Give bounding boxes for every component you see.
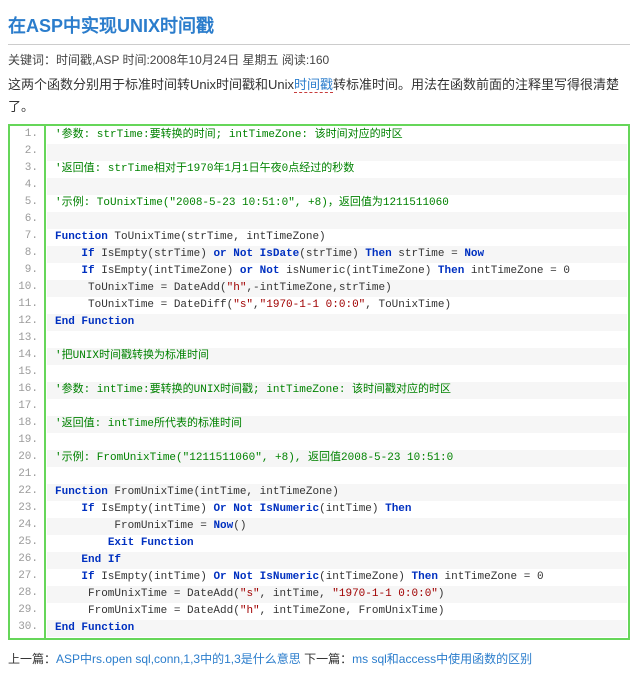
post-description: 这两个函数分别用于标准时间转Unix时间戳和Unix时间戳转标准时间。用法在函数… [8,74,630,118]
next-link[interactable]: ms sql和access中使用函数的区别 [352,652,532,666]
next-label: 下一篇： [304,652,352,666]
desc-link[interactable]: 时间戳 [294,77,333,93]
prev-label: 上一篇： [8,652,56,666]
code-gutter: 1. 2. 3. 4. 5. 6. 7. 8. 9. 10. 11. 12. 1… [9,125,45,639]
post-nav: 上一篇：ASP中rs.open sql,conn,1,3中的1,3是什么意思 下… [8,650,630,667]
post-meta: 关键词：时间戳,ASP 时间:2008年10月24日 星期五 阅读:160 [8,51,630,68]
prev-link[interactable]: ASP中rs.open sql,conn,1,3中的1,3是什么意思 [56,652,301,666]
desc-text-pre: 这两个函数分别用于标准时间转Unix时间戳和Unix [8,77,294,92]
code-content: '参数: strTime:要转换的时间; intTimeZone: 该时间对应的… [45,125,629,639]
post-title: 在ASP中实现UNIX时间戳 [8,12,630,45]
code-block: 1. 2. 3. 4. 5. 6. 7. 8. 9. 10. 11. 12. 1… [8,124,630,640]
